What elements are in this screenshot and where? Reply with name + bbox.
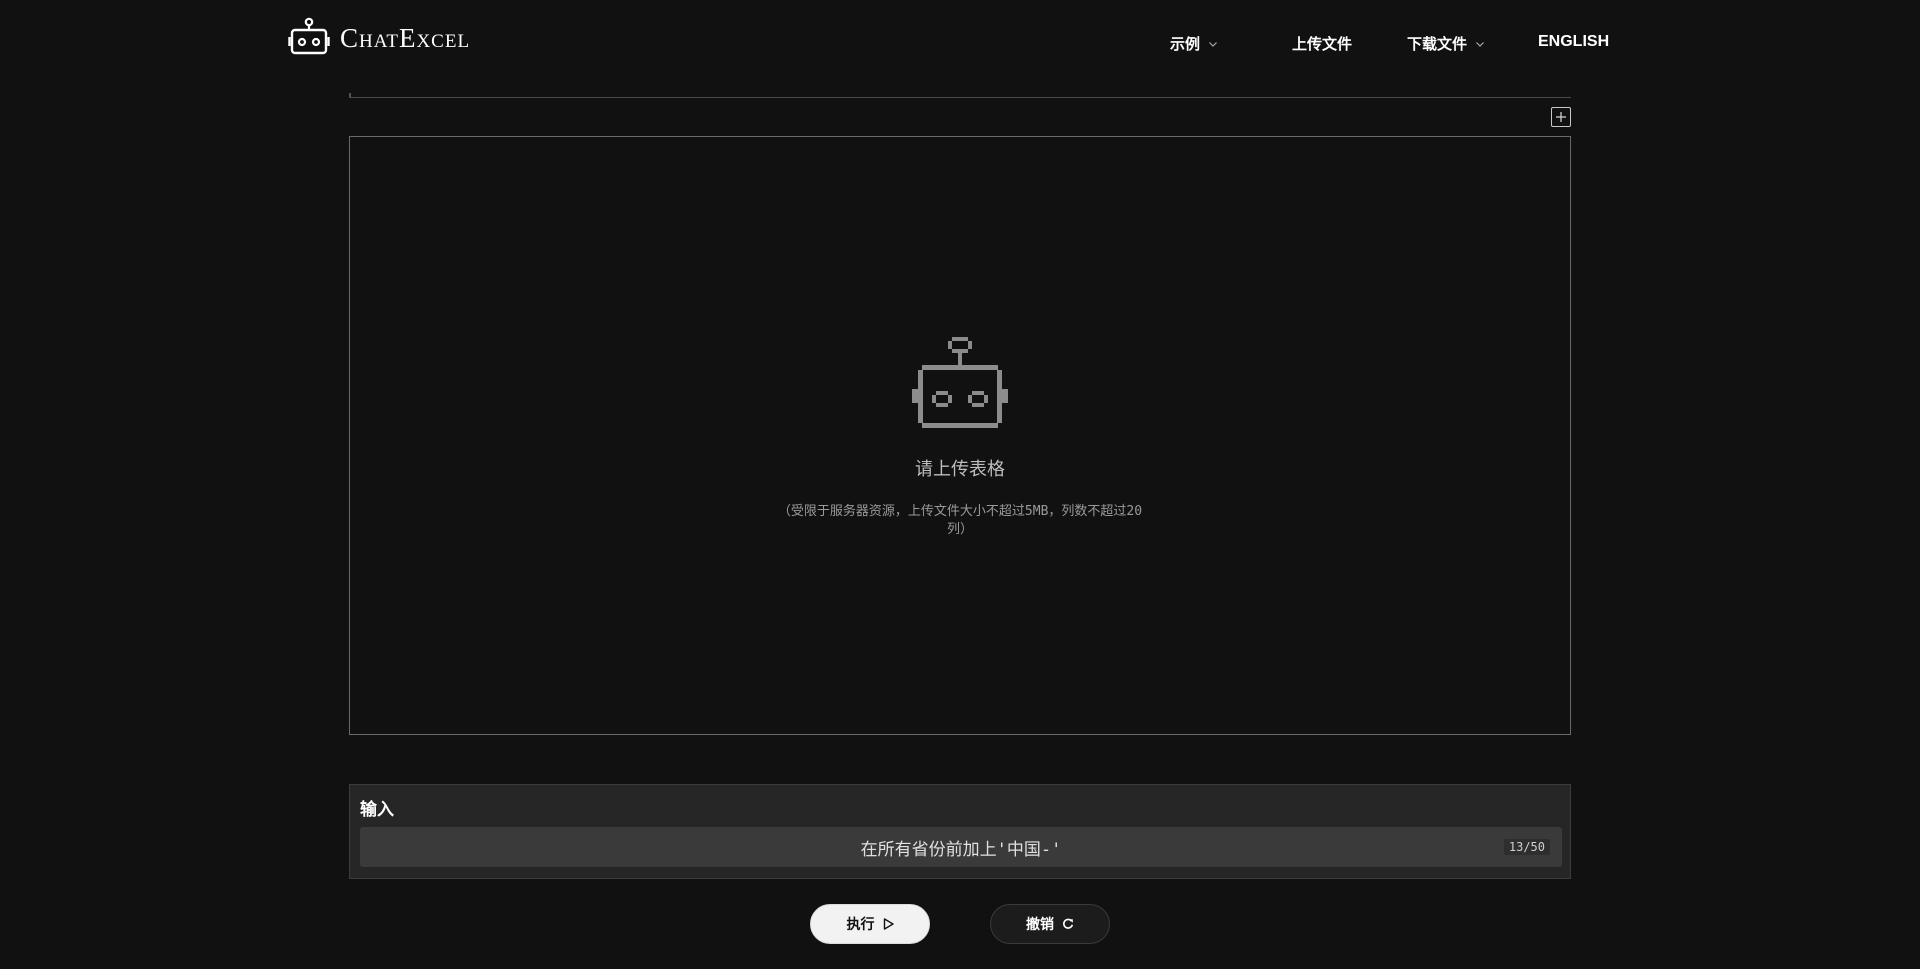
run-button[interactable]: 执行 bbox=[810, 904, 930, 944]
refresh-icon bbox=[1063, 918, 1074, 929]
upload-limit-hint: （受限于服务器资源，上传文件大小不超过5MB，列数不超过20列） bbox=[777, 504, 1143, 537]
instruction-input-panel: 输入 在所有省份前加上'中国-' 13/50 bbox=[349, 784, 1571, 879]
play-icon bbox=[883, 918, 894, 930]
char-counter: 13/50 bbox=[1503, 839, 1550, 855]
instruction-input-value: 在所有省份前加上'中国-' bbox=[860, 839, 1062, 860]
run-button-label: 执行 bbox=[846, 916, 875, 932]
robot-icon bbox=[912, 337, 1008, 428]
empty-title: 请上传表格 bbox=[915, 459, 1005, 480]
instruction-input[interactable]: 在所有省份前加上'中国-' 13/50 bbox=[360, 827, 1562, 867]
undo-button-label: 撤销 bbox=[1026, 916, 1054, 932]
undo-button[interactable]: 撤销 bbox=[990, 904, 1110, 944]
input-label: 输入 bbox=[360, 800, 394, 819]
